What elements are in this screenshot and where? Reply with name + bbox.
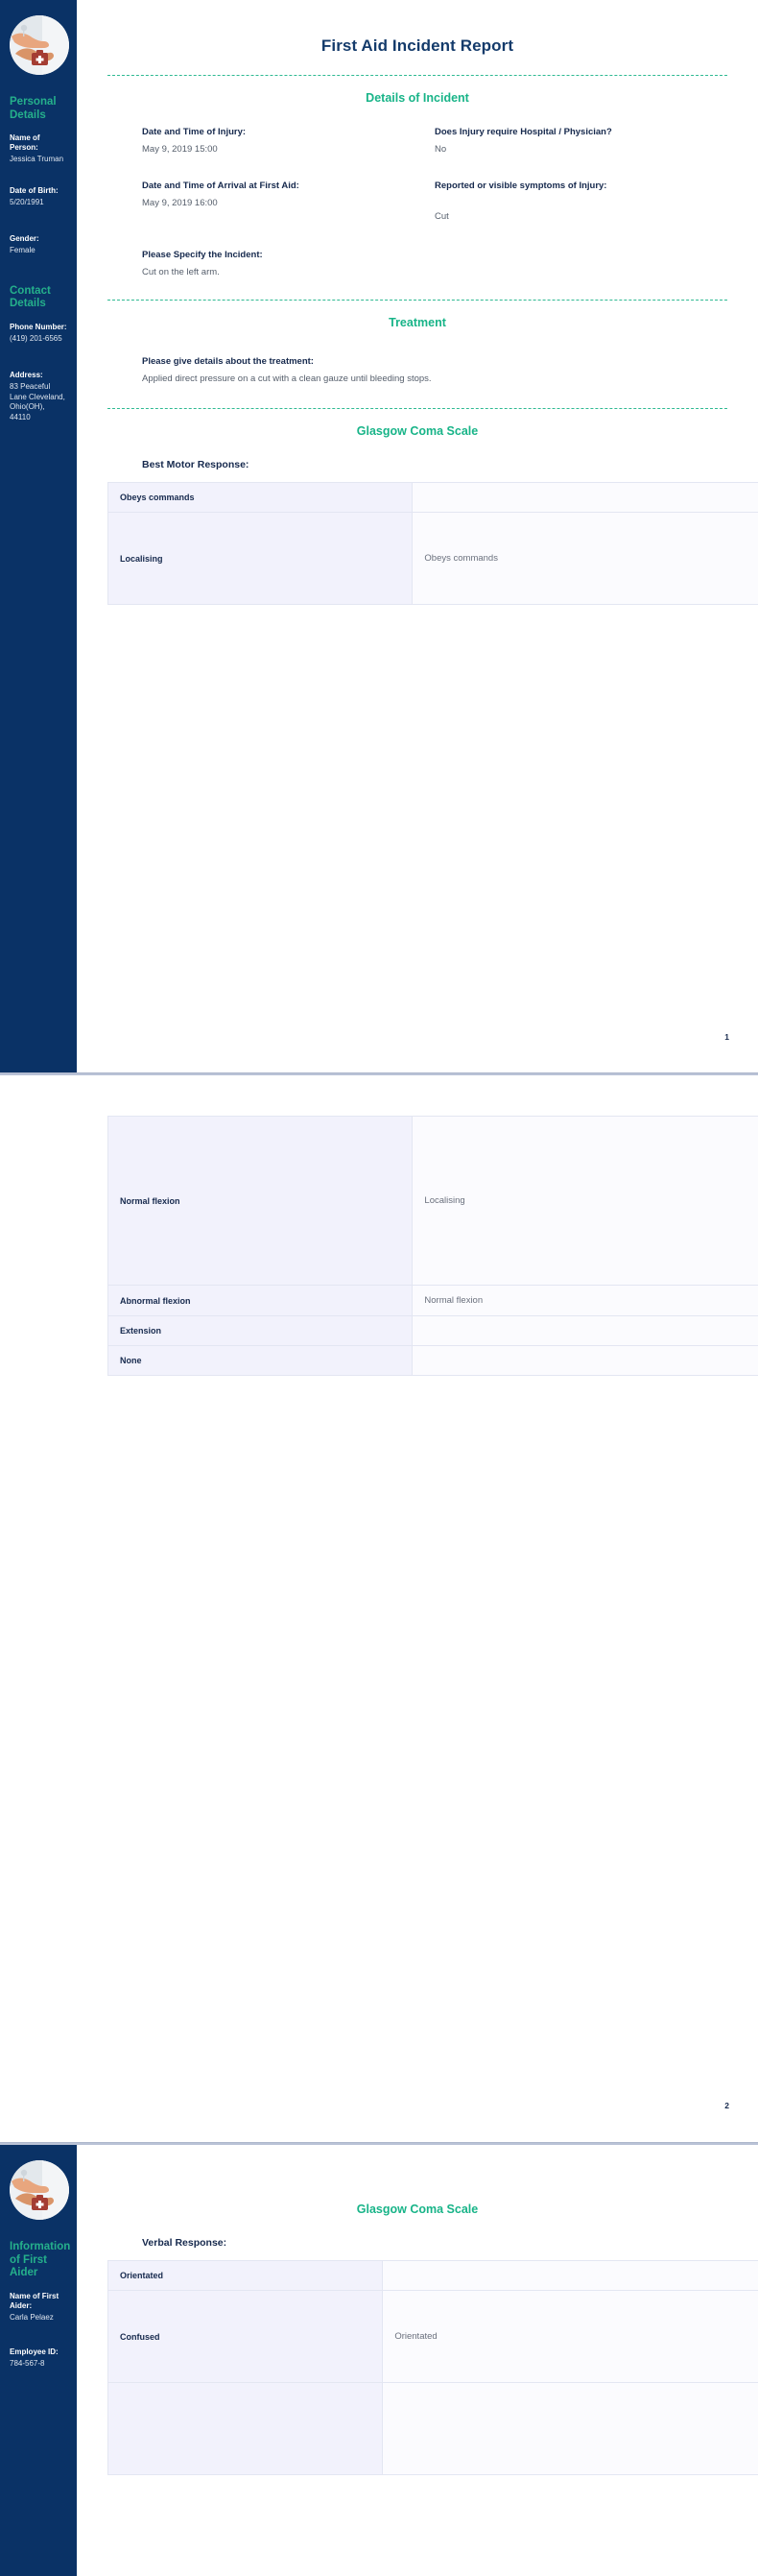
sidebar-value-date-of-birth: 5/20/1991 [10, 197, 44, 206]
sidebar-label-employee-id: Employee ID: [10, 2347, 59, 2356]
incident-fields-row-1: Date and Time of Injury: May 9, 2019 15:… [107, 126, 727, 156]
sidebar-value-name-of-first-aider: Carla Pelaez [10, 2312, 54, 2322]
sidebar-value-gender: Female [10, 246, 36, 254]
sidebar-label-phone-number: Phone Number: [10, 322, 67, 331]
table-cell-option: Orientated [107, 2260, 384, 2291]
table-cell-value [412, 1345, 758, 1376]
sidebar-label-name-of-first-aider: Name of First Aider: [10, 2291, 59, 2310]
table-cell-value: Orientated [382, 2290, 758, 2383]
field-value: No [435, 144, 447, 155]
best-motor-response-table-continued-wrapper[interactable]: Normal flexion Localising Abnormal flexi… [107, 1116, 758, 1376]
label-best-motor-response: Best Motor Response: [142, 459, 249, 470]
table-row: Orientated [107, 2260, 758, 2291]
table-row: None [107, 1345, 758, 1376]
sidebar-label-name-of-person: Name of Person: [10, 133, 40, 152]
incident-field-requires-hospital: Does Injury require Hospital / Physician… [435, 126, 727, 156]
field-label: Does Injury require Hospital / Physician… [435, 127, 612, 137]
incident-field-specify-incident: Please Specify the Incident: Cut on the … [107, 249, 727, 278]
table-row: Confused Orientated Confused Words None [107, 2290, 758, 2383]
table-row: Nont [107, 2382, 758, 2475]
page-1: Personal Details Name of Person: Jessica… [0, 0, 758, 1073]
table-cell-value [412, 482, 758, 513]
best-motor-response-table-continued: Normal flexion Localising Abnormal flexi… [107, 1116, 758, 1376]
section-title-details-of-incident: Details of Incident [366, 91, 469, 105]
field-label: Please give details about the treatment: [142, 356, 314, 367]
incident-field-symptoms: Reported or visible symptoms of Injury: … [435, 180, 727, 223]
table-cell-value: Localising [412, 1116, 758, 1286]
field-label: Date and Time of Arrival at First Aid: [142, 181, 299, 191]
table-cell-option: Obeys commands [107, 482, 414, 513]
table-cell-option: Normal flexion [107, 1116, 414, 1286]
divider-treatment [107, 300, 727, 301]
table-cell-value: Obeys commands [412, 512, 758, 605]
field-label: Date and Time of Injury: [142, 127, 247, 137]
divider-gcs [107, 408, 727, 409]
table-cell-option [107, 2382, 384, 2475]
table-cell-value [382, 2260, 758, 2291]
first-aid-incident-report-document: Personal Details Name of Person: Jessica… [0, 0, 758, 2576]
verbal-response-table: Orientated Confused Orientated Confused … [107, 2260, 758, 2475]
sidebar-label-gender: Gender: [10, 234, 39, 243]
field-value: Cut [435, 211, 449, 222]
sidebar-value-address: 83 Peaceful Lane Cleveland, Ohio(OH), 44… [10, 382, 65, 421]
sidebar-heading-personal-details: Personal Details [10, 96, 57, 121]
best-motor-response-table: Obeys commands Localising Obeys commands… [107, 482, 758, 605]
table-cell-option: Abnormal flexion [107, 1285, 414, 1316]
table-cell-option: None [107, 1345, 414, 1376]
page-3-content: Glasgow Coma Scale Verbal Response: Orie… [77, 2145, 758, 2475]
sidebar-first-aider: Information of First Aider Name of First… [0, 2145, 77, 2576]
table-cell-value: Normal flexion [412, 1285, 758, 1316]
field-value: May 9, 2019 16:00 [142, 198, 218, 208]
field-label: Reported or visible symptoms of Injury: [435, 181, 607, 191]
section-title-glasgow-coma-scale-2: Glasgow Coma Scale [356, 2203, 479, 2216]
section-title-treatment: Treatment [389, 316, 446, 329]
first-aid-hands-photo-icon [10, 2160, 69, 2220]
page-2-content: Normal flexion Localising Abnormal flexi… [77, 1075, 758, 2110]
sidebar-label-date-of-birth: Date of Birth: [10, 185, 59, 195]
sidebar-heading-contact-details: Contact Details [10, 284, 51, 310]
page-number-2: 2 [724, 2101, 729, 2110]
incident-field-date-time-arrival: Date and Time of Arrival at First Aid: M… [142, 180, 435, 223]
divider-top [107, 75, 727, 76]
page-title: First Aid Incident Report [320, 36, 514, 55]
verbal-response-table-wrapper[interactable]: Orientated Confused Orientated Confused … [107, 2260, 758, 2475]
page-number-1: 1 [724, 1032, 729, 1042]
table-row: Normal flexion Localising Abnormal flexi… [107, 1116, 758, 1286]
table-row: Abnormal flexion Normal flexion [107, 1285, 758, 1316]
section-title-glasgow-coma-scale: Glasgow Coma Scale [356, 424, 479, 438]
label-verbal-response: Verbal Response: [142, 2237, 227, 2249]
field-value: May 9, 2019 15:00 [142, 144, 218, 155]
page-3: Information of First Aider Name of First… [0, 2145, 758, 2576]
table-row: Obeys commands [107, 482, 758, 513]
table-row: Localising Obeys commands Extension [107, 512, 758, 605]
page-2: Normal flexion Localising Abnormal flexi… [0, 1075, 758, 2143]
sidebar-value-name-of-person: Jessica Truman [10, 155, 64, 163]
sidebar-value-employee-id: 784-567-8 [10, 2359, 45, 2368]
table-cell-value [412, 1315, 758, 1346]
best-motor-response-table-wrapper[interactable]: Obeys commands Localising Obeys commands… [107, 482, 758, 605]
incident-field-date-time-injury: Date and Time of Injury: May 9, 2019 15:… [142, 126, 435, 156]
sidebar-value-phone-number: (419) 201-6565 [10, 333, 62, 343]
table-row: Extension [107, 1315, 758, 1346]
sidebar-heading-information-of-first-aider: Information of First Aider [10, 2241, 71, 2278]
treatment-field: Please give details about the treatment:… [107, 355, 727, 385]
field-value: Cut on the left arm. [142, 267, 220, 277]
field-label: Please Specify the Incident: [142, 250, 263, 260]
table-cell-option: Confused [107, 2290, 384, 2383]
sidebar-personal-details: Personal Details Name of Person: Jessica… [0, 0, 77, 1072]
incident-fields-row-2: Date and Time of Arrival at First Aid: M… [107, 180, 727, 223]
page-1-content: First Aid Incident Report Details of Inc… [77, 0, 758, 1042]
table-cell-option: Localising [107, 512, 414, 605]
table-cell-option: Extension [107, 1315, 414, 1346]
field-value: Applied direct pressure on a cut with a … [142, 373, 432, 384]
sidebar-label-address: Address: [10, 371, 43, 379]
table-cell-value [382, 2382, 758, 2475]
first-aid-hands-photo-icon [10, 15, 69, 75]
